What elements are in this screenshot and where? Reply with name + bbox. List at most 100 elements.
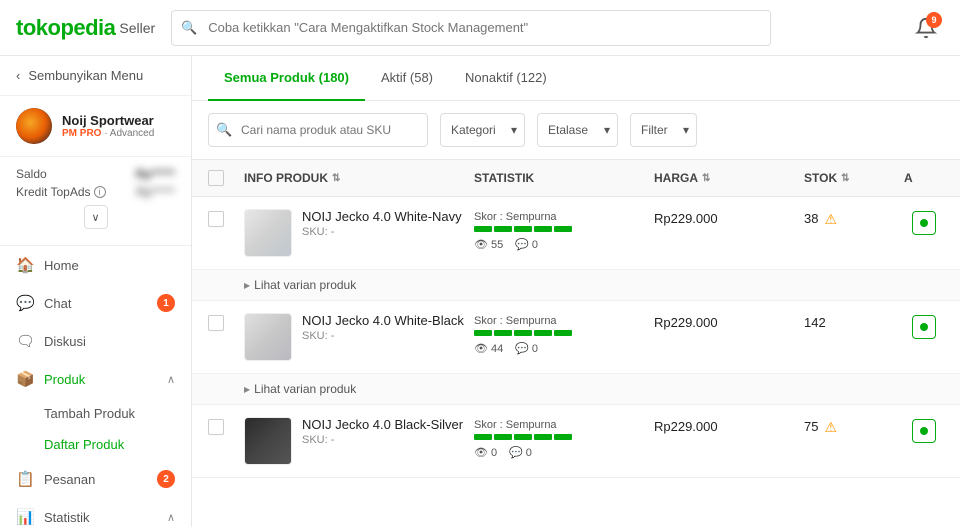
table-row: NOIJ Jecko 4.0 Black-Silver SKU: - Skor … bbox=[192, 405, 960, 478]
notification-button[interactable]: 9 bbox=[908, 10, 944, 46]
row3-views: 👁 0 bbox=[474, 446, 497, 459]
pesanan-icon: 📋 bbox=[16, 470, 34, 488]
row2-stock-value: 142 bbox=[804, 315, 826, 330]
row2-product-thumb bbox=[244, 313, 292, 361]
store-info: Noij Sportwear PM PRO · Advanced bbox=[0, 96, 191, 157]
bar-seg bbox=[494, 226, 512, 232]
row1-checkbox[interactable] bbox=[208, 211, 224, 227]
logo: tokopedia Seller bbox=[16, 15, 155, 41]
header-right: 9 bbox=[908, 10, 944, 46]
sidebar-toggle[interactable]: ‹ Sembunyikan Menu bbox=[0, 56, 191, 96]
row2-product-sku: SKU: - bbox=[302, 330, 474, 342]
sidebar-item-pesanan-label: Pesanan bbox=[44, 472, 95, 487]
row3-product-thumb bbox=[244, 417, 292, 465]
etalase-select[interactable]: Etalase bbox=[537, 113, 618, 147]
sidebar-item-statistik[interactable]: 📊 Statistik ∧ bbox=[0, 498, 191, 527]
filter-select-wrap: Filter bbox=[630, 113, 697, 147]
row2-stats-meta: 👁 44 💬 0 bbox=[474, 342, 654, 355]
sidebar-item-produk[interactable]: 📦 Produk ∧ bbox=[0, 360, 191, 398]
chat-stat-icon: 💬 bbox=[515, 238, 529, 251]
tab-aktif[interactable]: Aktif (58) bbox=[365, 56, 449, 101]
row3-action bbox=[904, 417, 944, 443]
search-icon: 🔍 bbox=[181, 20, 197, 36]
table-header: INFO PRODUK ⇅ STATISTIK HARGA ⇅ STOK ⇅ A bbox=[192, 159, 960, 197]
search-input[interactable] bbox=[171, 10, 771, 46]
info-icon[interactable]: i bbox=[94, 186, 106, 198]
row3-product-name: NOIJ Jecko 4.0 Black-Silver bbox=[302, 417, 474, 432]
bar-seg bbox=[514, 434, 532, 440]
search-product-icon: 🔍 bbox=[216, 122, 232, 138]
diskusi-icon: 🗨 bbox=[16, 332, 34, 350]
row3-action-btn[interactable] bbox=[912, 419, 936, 443]
bar-seg bbox=[474, 330, 492, 336]
row2-action-btn[interactable] bbox=[912, 315, 936, 339]
chat-icon: 💬 bbox=[16, 294, 34, 312]
chevron-down-icon[interactable]: ∨ bbox=[84, 205, 108, 229]
sidebar-subitem-daftar-produk[interactable]: Daftar Produk bbox=[0, 429, 191, 460]
row3-chat: 💬 0 bbox=[509, 446, 532, 459]
row1-score-bar bbox=[474, 226, 654, 232]
sidebar-item-diskusi-label: Diskusi bbox=[44, 334, 86, 349]
row1-score-label: Skor : Sempurna bbox=[474, 211, 654, 223]
th-harga: HARGA ⇅ bbox=[654, 170, 804, 186]
row2-product-info: NOIJ Jecko 4.0 White-Black SKU: - bbox=[244, 313, 474, 361]
bar-seg bbox=[534, 330, 552, 336]
bar-seg bbox=[514, 226, 532, 232]
row1-stats-meta: 👁 55 💬 0 bbox=[474, 238, 654, 251]
row2-product-details: NOIJ Jecko 4.0 White-Black SKU: - bbox=[302, 313, 474, 348]
store-details: Noij Sportwear PM PRO · Advanced bbox=[62, 113, 154, 139]
store-badge: PM PRO · Advanced bbox=[62, 128, 154, 139]
kredit-label: Kredit TopAds i bbox=[16, 185, 106, 199]
row3-price: Rp229.000 bbox=[654, 417, 804, 434]
row2-action bbox=[904, 313, 944, 339]
sidebar: ‹ Sembunyikan Menu Noij Sportwear PM PRO… bbox=[0, 56, 192, 527]
sidebar-toggle-label: Sembunyikan Menu bbox=[28, 68, 143, 83]
product-search-input[interactable] bbox=[208, 113, 428, 147]
varian-row-1: Lihat varian produk bbox=[192, 270, 960, 301]
sort-harga-icon[interactable]: ⇅ bbox=[702, 173, 710, 184]
sidebar-item-chat-label: Chat bbox=[44, 296, 71, 311]
sidebar-subitem-tambah-produk[interactable]: Tambah Produk bbox=[0, 398, 191, 429]
row3-checkbox[interactable] bbox=[208, 419, 224, 435]
row1-product-image bbox=[245, 209, 291, 257]
row2-checkbox[interactable] bbox=[208, 315, 224, 331]
produk-chevron-icon: ∧ bbox=[167, 373, 175, 386]
kategori-select[interactable]: Kategori bbox=[440, 113, 525, 147]
avatar bbox=[16, 108, 52, 144]
bar-seg bbox=[494, 330, 512, 336]
row3-stats-meta: 👁 0 💬 0 bbox=[474, 446, 654, 459]
action-dot-inner bbox=[920, 219, 928, 227]
sidebar-item-pesanan[interactable]: 📋 Pesanan 2 bbox=[0, 460, 191, 498]
row1-action-btn[interactable] bbox=[912, 211, 936, 235]
bar-seg bbox=[514, 330, 532, 336]
varian-row-2: Lihat varian produk bbox=[192, 374, 960, 405]
row3-score-label: Skor : Sempurna bbox=[474, 419, 654, 431]
varian-btn-2[interactable]: Lihat varian produk bbox=[244, 382, 944, 396]
row3-product-details: NOIJ Jecko 4.0 Black-Silver SKU: - bbox=[302, 417, 474, 452]
row3-stock-value: 75 bbox=[804, 419, 818, 434]
table-row: NOIJ Jecko 4.0 White-Black SKU: - Skor :… bbox=[192, 301, 960, 374]
tab-nonaktif[interactable]: Nonaktif (122) bbox=[449, 56, 563, 101]
sidebar-item-diskusi[interactable]: 🗨 Diskusi bbox=[0, 322, 191, 360]
row3-checkbox-cell bbox=[208, 417, 244, 435]
logo-seller: Seller bbox=[119, 20, 155, 36]
select-all-checkbox[interactable] bbox=[208, 170, 224, 186]
statistik-chevron-icon: ∧ bbox=[167, 511, 175, 524]
varian-btn-1[interactable]: Lihat varian produk bbox=[244, 278, 944, 292]
sort-stok-icon[interactable]: ⇅ bbox=[841, 173, 849, 184]
sidebar-item-chat[interactable]: 💬 Chat 1 bbox=[0, 284, 191, 322]
chat-badge: 1 bbox=[157, 294, 175, 312]
kategori-select-wrap: Kategori bbox=[440, 113, 525, 147]
sort-info-icon[interactable]: ⇅ bbox=[332, 173, 340, 184]
row2-stock: 142 bbox=[804, 313, 904, 330]
bar-seg bbox=[554, 330, 572, 336]
sidebar-item-home[interactable]: 🏠 Home bbox=[0, 246, 191, 284]
tab-semua[interactable]: Semua Produk (180) bbox=[208, 56, 365, 101]
filter-select[interactable]: Filter bbox=[630, 113, 697, 147]
row1-chat: 💬 0 bbox=[515, 238, 538, 251]
row2-score-bar bbox=[474, 330, 654, 336]
saldo-section: Saldo Rp***** Kredit TopAds i Rp***** ∨ bbox=[0, 157, 191, 246]
pesanan-badge: 2 bbox=[157, 470, 175, 488]
row1-action bbox=[904, 209, 944, 235]
warning-icon: ⚠ bbox=[824, 211, 837, 228]
